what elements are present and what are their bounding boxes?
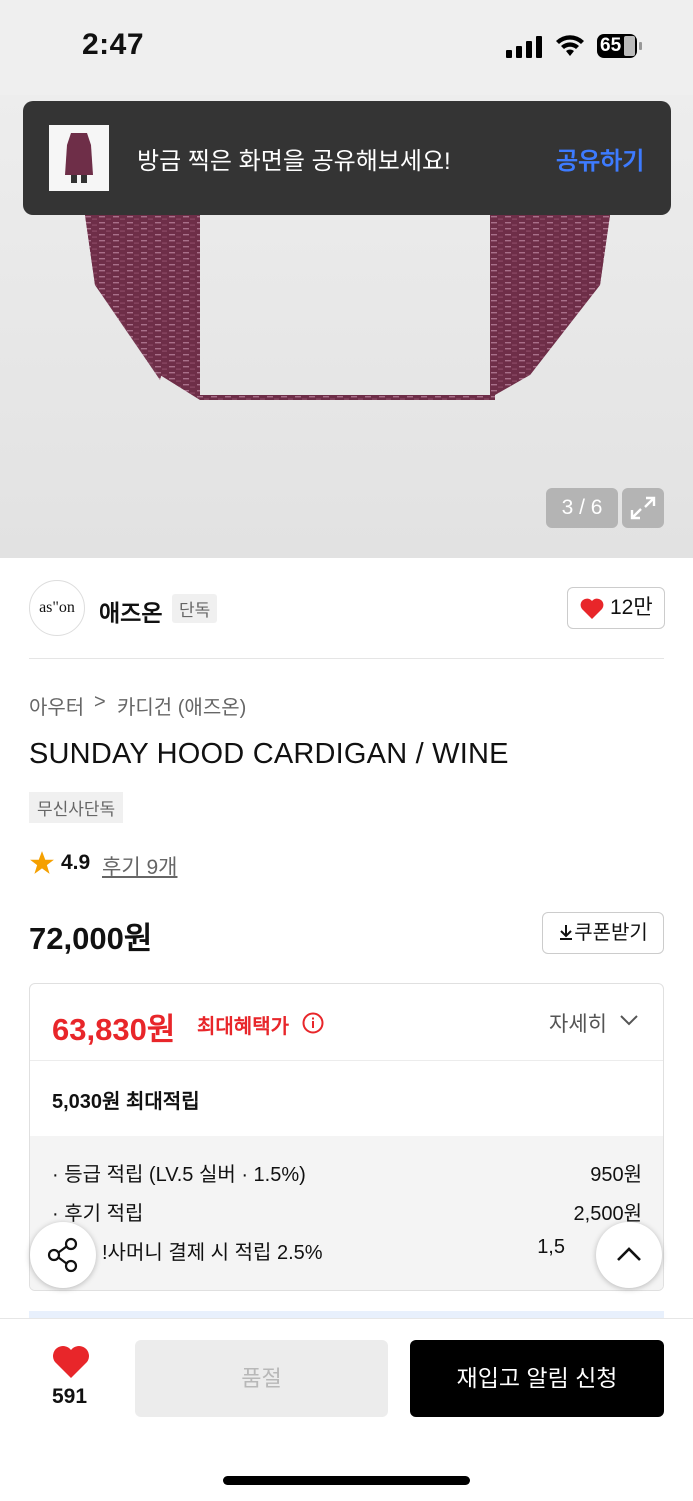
status-time: 2:47 bbox=[82, 28, 145, 61]
breadcrumb-separator: > bbox=[94, 691, 106, 713]
share-toast: 방금 찍은 화면을 공유해보세요! 공유하기 bbox=[23, 101, 671, 215]
breadcrumb-cardigan[interactable]: 카디건 (애즈온) bbox=[117, 691, 246, 720]
max-point: 5,030원 최대적립 bbox=[52, 1091, 200, 1113]
point-row-value: 950원 bbox=[590, 1164, 642, 1186]
coupon-button[interactable]: 쿠폰받기 bbox=[542, 912, 664, 954]
scroll-top-button[interactable] bbox=[596, 1222, 662, 1288]
download-icon bbox=[560, 925, 573, 940]
best-price-label: 최대혜택가 bbox=[197, 1016, 289, 1038]
brand-like-button[interactable]: 12만 bbox=[567, 587, 665, 629]
chevron-up-icon bbox=[617, 1247, 641, 1261]
benefit-box: 63,830원 최대혜택가 자세히 5,030원 최대적립 · 등급 적립 (L… bbox=[29, 983, 664, 1291]
image-pager: 3 / 6 bbox=[546, 488, 618, 528]
brand-name[interactable]: 애즈온 bbox=[99, 594, 162, 628]
heart-icon bbox=[580, 598, 604, 619]
wifi-icon bbox=[556, 35, 584, 56]
rating-score: 4.9 bbox=[61, 851, 91, 874]
brand-exclusive-tag: 단독 bbox=[172, 594, 218, 623]
divider bbox=[29, 658, 664, 659]
coupon-label: 쿠폰받기 bbox=[574, 922, 648, 944]
point-row-label: · 등급 적립 (LV.5 실버 · 1.5%) bbox=[52, 1164, 306, 1186]
best-price: 63,830원 bbox=[52, 1012, 176, 1047]
screenshot-thumbnail bbox=[49, 125, 109, 191]
point-breakdown: · 등급 적립 (LV.5 실버 · 1.5%) 950원 · 후기 적립 2,… bbox=[30, 1136, 663, 1290]
info-icon[interactable] bbox=[302, 1012, 324, 1034]
soldout-button: 품절 bbox=[135, 1340, 388, 1417]
share-button[interactable] bbox=[30, 1222, 96, 1288]
breadcrumb-outer[interactable]: 아우터 bbox=[29, 691, 84, 720]
brand-like-count: 12만 bbox=[610, 596, 653, 619]
point-row-value: 1,5 bbox=[537, 1236, 565, 1258]
cellular-signal-icon bbox=[506, 36, 542, 58]
detail-toggle[interactable]: 자세히 bbox=[549, 1008, 607, 1038]
toast-share-button[interactable]: 공유하기 bbox=[556, 141, 644, 176]
battery-level: 65 bbox=[600, 35, 622, 56]
restock-alert-button[interactable]: 재입고 알림 신청 bbox=[410, 1340, 664, 1417]
expand-icon[interactable] bbox=[622, 488, 664, 528]
product-price: 72,000원 bbox=[29, 921, 153, 956]
point-row-label: !사머니 결제 시 적립 2.5% bbox=[102, 1242, 323, 1264]
toast-message: 방금 찍은 화면을 공유해보세요! bbox=[137, 148, 451, 175]
box-divider bbox=[30, 1060, 663, 1061]
exclusive-badge: 무신사단독 bbox=[29, 792, 124, 823]
chevron-down-icon[interactable] bbox=[620, 1014, 638, 1026]
product-title: SUNDAY HOOD CARDIGAN / WINE bbox=[29, 738, 509, 770]
battery-icon: 65 bbox=[597, 34, 643, 58]
reviews-link[interactable]: 후기 9개 bbox=[102, 851, 177, 881]
wishlist-heart-icon[interactable] bbox=[52, 1345, 90, 1379]
wishlist-count: 591 bbox=[52, 1385, 88, 1408]
star-icon bbox=[30, 851, 54, 874]
home-indicator bbox=[223, 1476, 470, 1485]
brand-logo[interactable]: as"on bbox=[29, 580, 85, 636]
share-icon bbox=[47, 1237, 78, 1273]
